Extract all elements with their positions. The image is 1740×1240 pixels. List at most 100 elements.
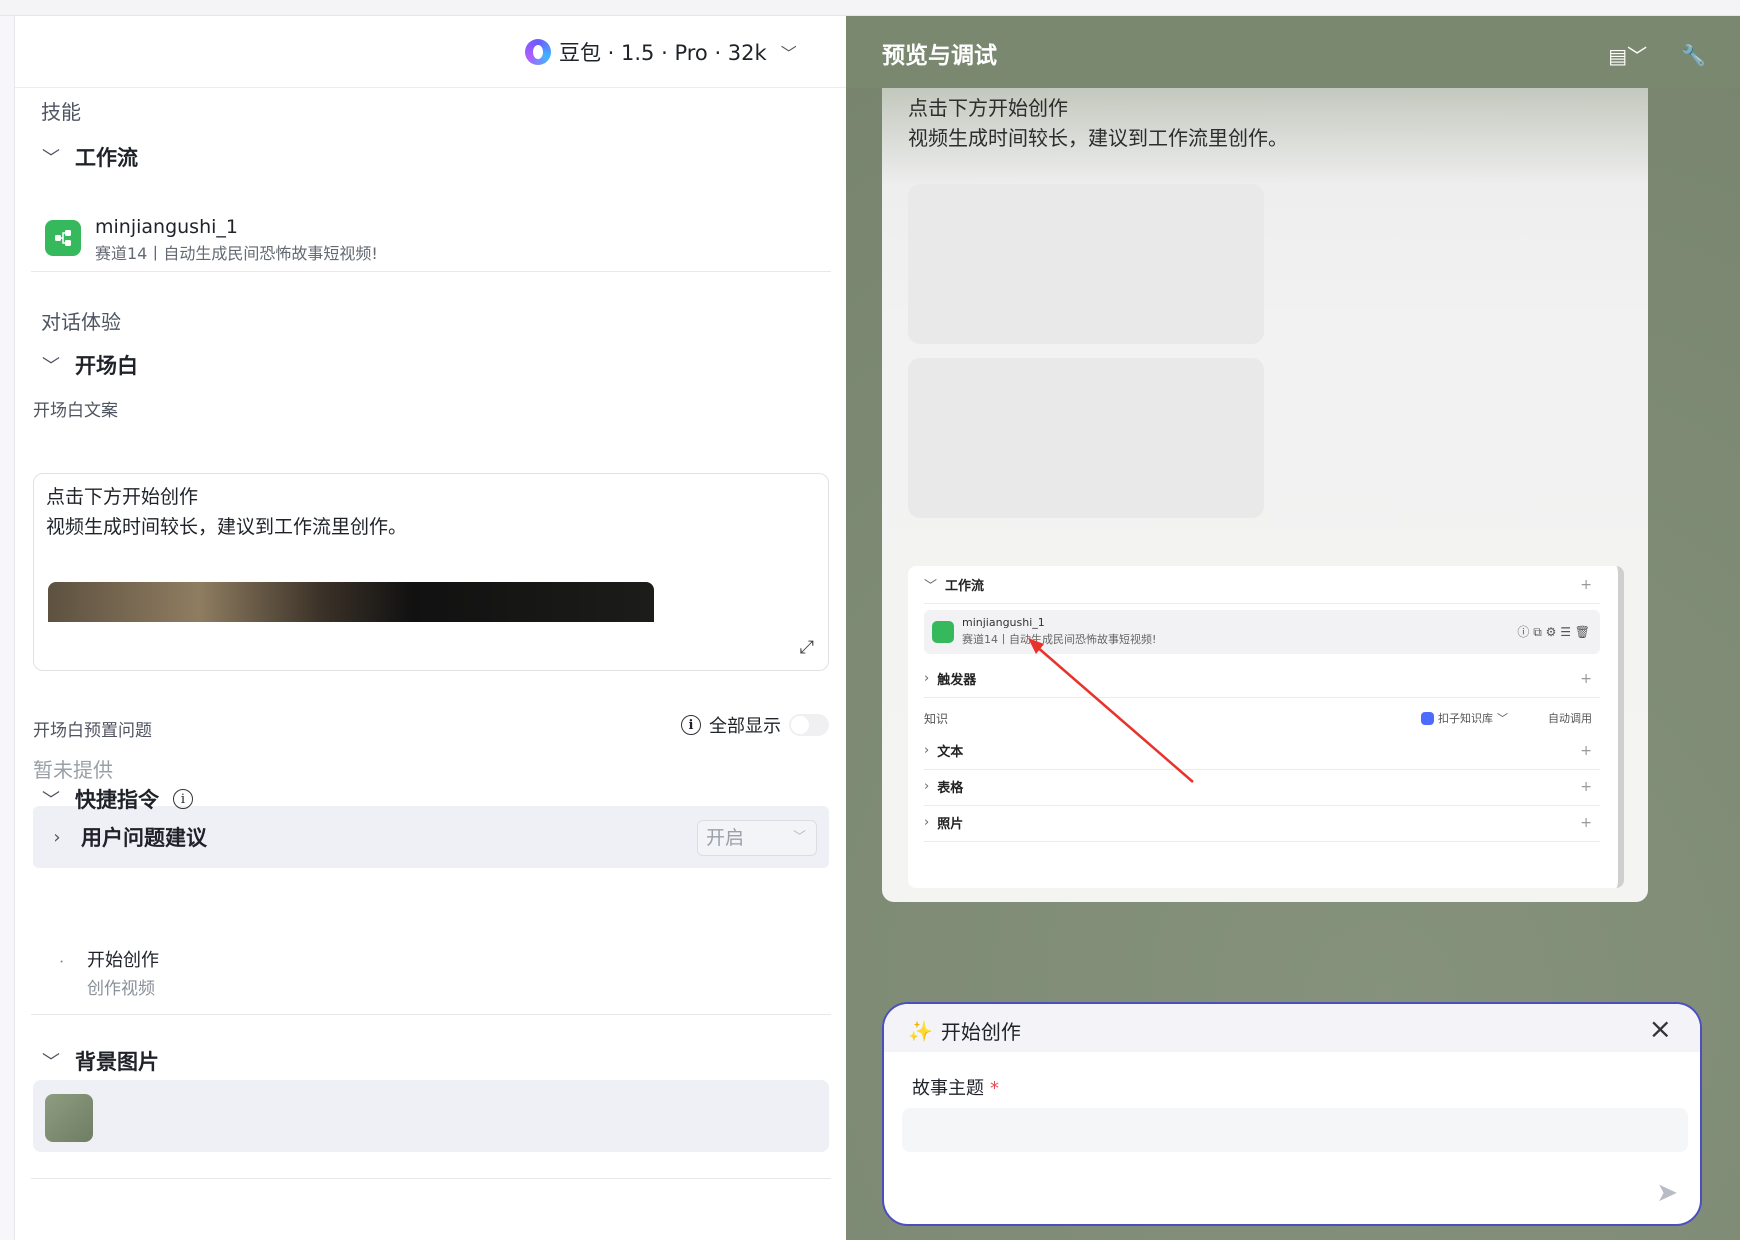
background-thumbnail[interactable] [45, 1094, 93, 1142]
close-icon[interactable]: × [1649, 1012, 1672, 1045]
doubao-logo-icon [525, 39, 551, 65]
shot-knowledge-label: 知识 [924, 712, 949, 726]
shot-workflow-label: 工作流 [945, 579, 985, 594]
shortcut-item[interactable]: 开始创作 创作视频 [87, 946, 159, 999]
chevron-right-icon: › [924, 779, 930, 794]
info-icon: i [681, 715, 701, 735]
shortcut-desc: 创作视频 [87, 979, 155, 999]
chevron-right-icon: › [924, 743, 930, 758]
chevron-down-icon: ﹀ [1497, 712, 1508, 725]
plus-icon: + [1580, 576, 1592, 593]
model-bar: 豆包 · 1.5 · Pro · 32k ﹀ [15, 16, 847, 88]
skills-section-title: 技能 [41, 100, 81, 124]
chat-line: 点击下方开始创作 [908, 96, 1068, 120]
chevron-right-icon: › [53, 826, 61, 848]
shortcut-group-title: 快捷指令 [75, 788, 159, 812]
divider [31, 271, 831, 272]
workflow-group-title: 工作流 [75, 146, 138, 170]
opening-text-label: 开场白文案 [33, 401, 118, 421]
shot-table-label: 表格 [937, 781, 964, 796]
workflow-name: minjiangushi_1 [95, 216, 238, 238]
shot-photo-label: 照片 [937, 817, 964, 832]
preview-header: 预览与调试 ▤﹀ 🔧 [846, 16, 1740, 88]
not-provided-text: 暂未提供 [33, 758, 113, 782]
model-label: 豆包 · 1.5 · Pro · 32k [559, 41, 767, 65]
workflow-group-toggle[interactable]: ﹀ 工作流 [41, 142, 138, 172]
suggest-group-toggle[interactable]: › 用户问题建议 [47, 822, 207, 852]
opening-line: 点击下方开始创作 [46, 486, 199, 508]
start-create-dialog: ✨ 开始创作 × 故事主题 * ➤ [882, 1002, 1702, 1226]
shot-row-photo: › 照片 + [924, 804, 1600, 842]
shot-row-text: › 文本 + [924, 732, 1600, 770]
dialog-header: ✨ 开始创作 × [884, 1004, 1700, 1052]
chevron-right-icon: › [924, 671, 930, 686]
wrench-icon[interactable]: 🔧 [1681, 43, 1706, 67]
show-all-control[interactable]: i 全部显示 [681, 712, 829, 738]
suggest-select[interactable]: 开启 ﹀ [697, 820, 817, 856]
magic-wand-icon: ✨ [908, 1018, 933, 1043]
shortcut-group-toggle[interactable]: ﹀ 快捷指令 i [41, 784, 193, 814]
suggest-select-value: 开启 [706, 827, 745, 849]
shot-text-label: 文本 [937, 745, 964, 760]
shot-wf-name: minjiangushi_1 [962, 616, 1045, 629]
show-all-toggle[interactable] [789, 714, 829, 736]
preview-title: 预览与调试 [882, 43, 997, 69]
chevron-down-icon: ﹀ [42, 1052, 60, 1073]
plus-icon: + [1580, 742, 1592, 759]
image-placeholder [908, 358, 1264, 518]
chevron-down-icon: ﹀ [924, 579, 938, 594]
story-topic-label-text: 故事主题 [912, 1078, 984, 1099]
shot-row-trigger: › 触发器 + [924, 660, 1600, 698]
image-placeholder [908, 184, 1264, 344]
shot-action-icons: ⓘ ⧉ ⚙ ☰ 🗑 [1517, 625, 1590, 639]
send-icon[interactable]: ➤ [1656, 1178, 1678, 1208]
workflow-icon [932, 621, 954, 643]
preview-panel: 预览与调试 ▤﹀ 🔧 点击下方开始创作 视频生成时间较长，建议到工作流里创作。 … [846, 16, 1740, 1240]
opening-group-toggle[interactable]: ﹀ 开场白 [41, 350, 138, 380]
embedded-screenshot: ﹀ 工作流 + minjiangushi_1 赛道14丨自动生成民间恐怖故事短视… [908, 566, 1624, 888]
suggest-group-title: 用户问题建议 [81, 826, 207, 850]
story-topic-input[interactable] [902, 1108, 1688, 1152]
chat-message-card: 点击下方开始创作 视频生成时间较长，建议到工作流里创作。 ﹀ 工作流 + min… [882, 88, 1648, 902]
shortcut-icon: · [53, 952, 71, 971]
required-mark: * [990, 1078, 999, 1099]
chevron-down-icon: ﹀ [780, 44, 797, 63]
plus-icon: + [1580, 778, 1592, 795]
background-image-box[interactable] [33, 1080, 829, 1152]
workflow-desc: 赛道14丨自动生成民间恐怖故事短视频! [95, 244, 378, 263]
shot-row-workflow: ﹀ 工作流 + [924, 566, 1600, 604]
divider [31, 1014, 831, 1015]
opening-image [48, 582, 654, 622]
question-suggest-bar[interactable]: › 用户问题建议 开启 ﹀ [33, 806, 829, 868]
chevron-down-icon: ﹀ [42, 790, 60, 811]
shot-workflow-item: minjiangushi_1 赛道14丨自动生成民间恐怖故事短视频! ⓘ ⧉ ⚙… [924, 610, 1600, 654]
opening-group-title: 开场白 [75, 354, 138, 378]
chevron-right-icon: › [924, 815, 930, 830]
expand-icon[interactable]: ⤢ [800, 637, 814, 658]
chevron-down-icon: ﹀ [42, 148, 60, 169]
story-topic-label: 故事主题 * [912, 1074, 999, 1100]
shot-row-table: › 表格 + [924, 768, 1600, 806]
opening-text-editor[interactable]: 点击下方开始创作 视频生成时间较长，建议到工作流里创作。 ⤢ [33, 473, 829, 671]
opening-line: 视频生成时间较长，建议到工作流里创作。 [46, 516, 408, 538]
plus-icon: + [1580, 670, 1592, 687]
plus-icon: + [1580, 814, 1592, 831]
config-panel: 豆包 · 1.5 · Pro · 32k ﹀ 技能 ﹀ 工作流 minjiang… [14, 16, 847, 1240]
divider [31, 1178, 831, 1179]
preset-questions-row: 开场白预置问题 i 全部显示 [33, 714, 829, 746]
preset-questions-label: 开场白预置问题 [33, 721, 152, 741]
model-selector[interactable]: 豆包 · 1.5 · Pro · 32k ﹀ [525, 34, 797, 70]
background-group-toggle[interactable]: ﹀ 背景图片 [41, 1046, 159, 1076]
debug-log-icon[interactable]: ▤﹀ [1608, 40, 1647, 69]
info-icon[interactable]: i [173, 789, 193, 809]
shot-trigger-label: 触发器 [937, 673, 977, 688]
chevron-down-icon: ﹀ [42, 356, 60, 377]
chat-line: 视频生成时间较长，建议到工作流里创作。 [908, 126, 1288, 150]
workflow-icon [45, 220, 81, 256]
show-all-label: 全部显示 [709, 716, 781, 737]
chevron-down-icon: ﹀ [792, 830, 806, 845]
shot-auto-label: 自动调用 [1548, 712, 1592, 725]
shot-kb-selector: 扣子知识库 ﹀ [1421, 710, 1508, 726]
background-group-title: 背景图片 [75, 1050, 159, 1074]
workflow-item[interactable]: minjiangushi_1 赛道14丨自动生成民间恐怖故事短视频! [45, 216, 378, 264]
